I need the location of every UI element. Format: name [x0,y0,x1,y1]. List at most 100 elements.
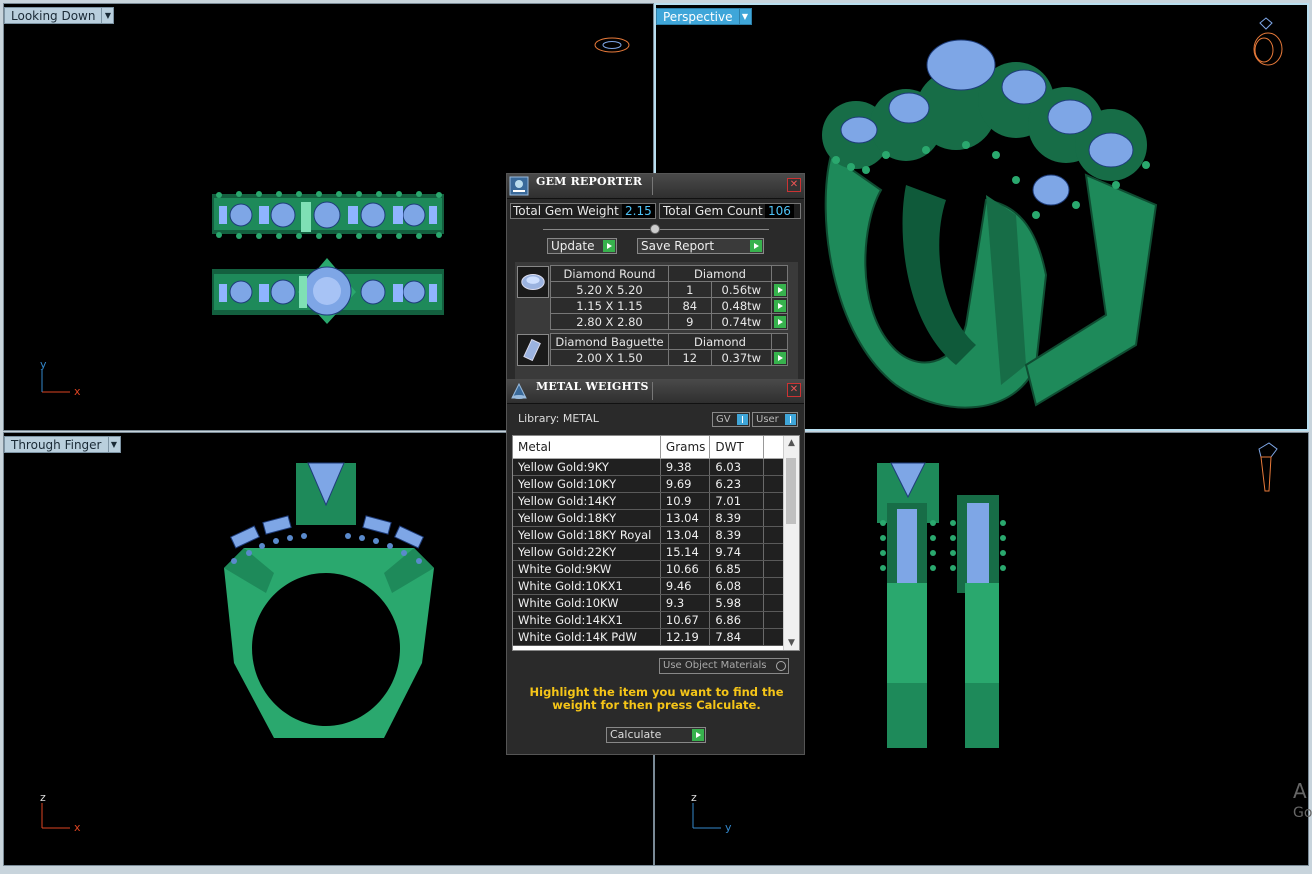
gem-row[interactable]: 2.00 X 1.50 12 0.37tw [550,349,788,366]
metal-table-scrollbar[interactable]: ▲ ▼ [783,436,799,650]
panel-title: GEM REPORTER [536,175,643,188]
scroll-down-icon[interactable]: ▼ [784,636,799,650]
metal-weights-titlebar[interactable]: METAL WEIGHTS ✕ [507,379,804,404]
table-row[interactable]: White Gold:10KW 9.3 5.98 [513,594,785,612]
metal-metal-cell: Yellow Gold:9KY [513,458,661,476]
table-row[interactable]: Yellow Gold:22KY 15.14 9.74 [513,543,785,561]
metal-grams-cell: 13.04 [660,509,711,527]
calculate-button[interactable]: Calculate [606,727,706,743]
instruction-text: Highlight the item you want to find the … [529,685,784,712]
select-arrow-icon[interactable] [773,316,786,328]
gem-row[interactable]: 1.15 X 1.15 84 0.48tw [550,297,788,314]
close-icon[interactable]: ✕ [787,178,801,192]
metal-grams-cell: 9.3 [660,594,711,612]
gem-count: 12 [668,349,712,366]
metal-dwt-cell: 6.86 [709,611,765,629]
row-padding [763,509,785,527]
user-toggle[interactable]: User [752,412,798,427]
baguette-diamond-icon [517,334,549,366]
gem-count: 1 [668,281,712,298]
metal-metal-cell: Yellow Gold:18KY [513,509,661,527]
metal-dwt-cell: 9.74 [709,543,765,561]
user-label: User [756,414,779,425]
toggle-icon [785,414,796,425]
report-icon [509,176,529,196]
metal-metal-cell: Yellow Gold:10KY [513,475,661,493]
select-arrow-icon[interactable] [773,284,786,296]
table-row[interactable]: White Gold:10KX1 9.46 6.08 [513,577,785,595]
metal-metal-cell: Yellow Gold:14KY [513,492,661,510]
save-report-button-label: Save Report [641,239,715,253]
metal-grams-cell: 9.38 [660,458,711,476]
metal-grams-cell: 10.9 [660,492,711,510]
metal-icon [511,382,527,399]
radio-icon [776,661,786,671]
toggle-icon [737,414,748,425]
close-icon[interactable]: ✕ [787,383,801,397]
gem-size: 1.15 X 1.15 [550,297,669,314]
play-icon [692,729,704,741]
view-cube-icon[interactable] [594,37,630,53]
total-gem-count-value: 106 [765,204,794,218]
row-padding [763,594,785,612]
gem-row[interactable]: 5.20 X 5.20 1 0.56tw [550,281,788,298]
gem-count: 84 [668,297,712,314]
play-icon [603,240,615,252]
gem-shape: Diamond Baguette [550,333,669,350]
metal-dwt-cell: 5.98 [709,594,765,612]
table-row[interactable]: White Gold:9KW 10.66 6.85 [513,560,785,578]
use-object-materials-toggle[interactable]: Use Object Materials [659,658,789,674]
watermark-line: Go [1293,805,1312,821]
column-header-dwt[interactable]: DWT [709,436,765,459]
metal-grams-cell: 15.14 [660,543,711,561]
table-row[interactable]: White Gold:14K PdW 12.19 7.84 [513,628,785,646]
gem-metal-panel: GEM REPORTER ✕ Total Gem Weight 2.15 Tot… [506,173,805,755]
table-row[interactable]: Yellow Gold:10KY 9.69 6.23 [513,475,785,493]
gem-count: 9 [668,313,712,330]
axis-label-y: y [725,821,732,834]
metal-dwt-cell: 6.23 [709,475,765,493]
metal-grams-cell: 13.04 [660,526,711,544]
axis-label-y: y [40,358,47,371]
axis-label-x: x [74,385,81,398]
row-padding [763,475,785,493]
select-arrow-icon[interactable] [773,352,786,364]
gem-group-baguette: Diamond Baguette Diamond 2.00 X 1.50 12 … [550,333,788,366]
scroll-thumb[interactable] [786,458,796,524]
slider-handle[interactable] [650,224,660,234]
metal-metal-cell: White Gold:14K PdW [513,628,661,646]
metal-metal-cell: White Gold:10KX1 [513,577,661,595]
gem-size: 2.80 X 2.80 [550,313,669,330]
column-header-grams[interactable]: Grams [660,436,711,459]
gem-row[interactable]: 2.80 X 2.80 9 0.74tw [550,313,788,330]
table-row[interactable]: Yellow Gold:18KY Royal 13.04 8.39 [513,526,785,544]
update-button[interactable]: Update [547,238,617,254]
library-label: Library: METAL [518,412,599,425]
table-row[interactable]: White Gold:14KX1 10.67 6.86 [513,611,785,629]
gem-weight: 0.48tw [710,297,773,314]
gem-reporter-titlebar[interactable]: GEM REPORTER ✕ [507,174,804,199]
scroll-up-icon[interactable]: ▲ [784,436,799,450]
metal-table: Metal Grams DWT Yellow Gold:9KY 9.38 6.03 Y… [512,435,800,651]
table-row[interactable]: Yellow Gold:9KY 9.38 6.03 [513,458,785,476]
column-header-metal[interactable]: Metal [513,436,661,459]
row-padding [763,577,785,595]
metal-grams-cell: 10.66 [660,560,711,578]
metal-dwt-cell: 8.39 [709,526,765,544]
table-row[interactable]: Yellow Gold:18KY 13.04 8.39 [513,509,785,527]
select-arrow-icon[interactable] [773,300,786,312]
save-report-button[interactable]: Save Report [637,238,764,254]
view-cube-icon[interactable] [1253,17,1283,66]
axis-label-z: z [40,791,46,804]
table-row[interactable]: Yellow Gold:14KY 10.9 7.01 [513,492,785,510]
gem-size: 5.20 X 5.20 [550,281,669,298]
row-padding [763,458,785,476]
watermark-line: A [1293,779,1307,803]
gem-shape: Diamond Round [550,265,669,282]
view-cube-icon[interactable] [1258,442,1278,492]
gem-type: Diamond [668,265,772,282]
total-gem-weight-label: Total Gem Weight [513,204,619,218]
metal-metal-cell: Yellow Gold:22KY [513,543,661,561]
gv-toggle[interactable]: GV [712,412,750,427]
use-object-materials-label: Use Object Materials [663,660,767,671]
